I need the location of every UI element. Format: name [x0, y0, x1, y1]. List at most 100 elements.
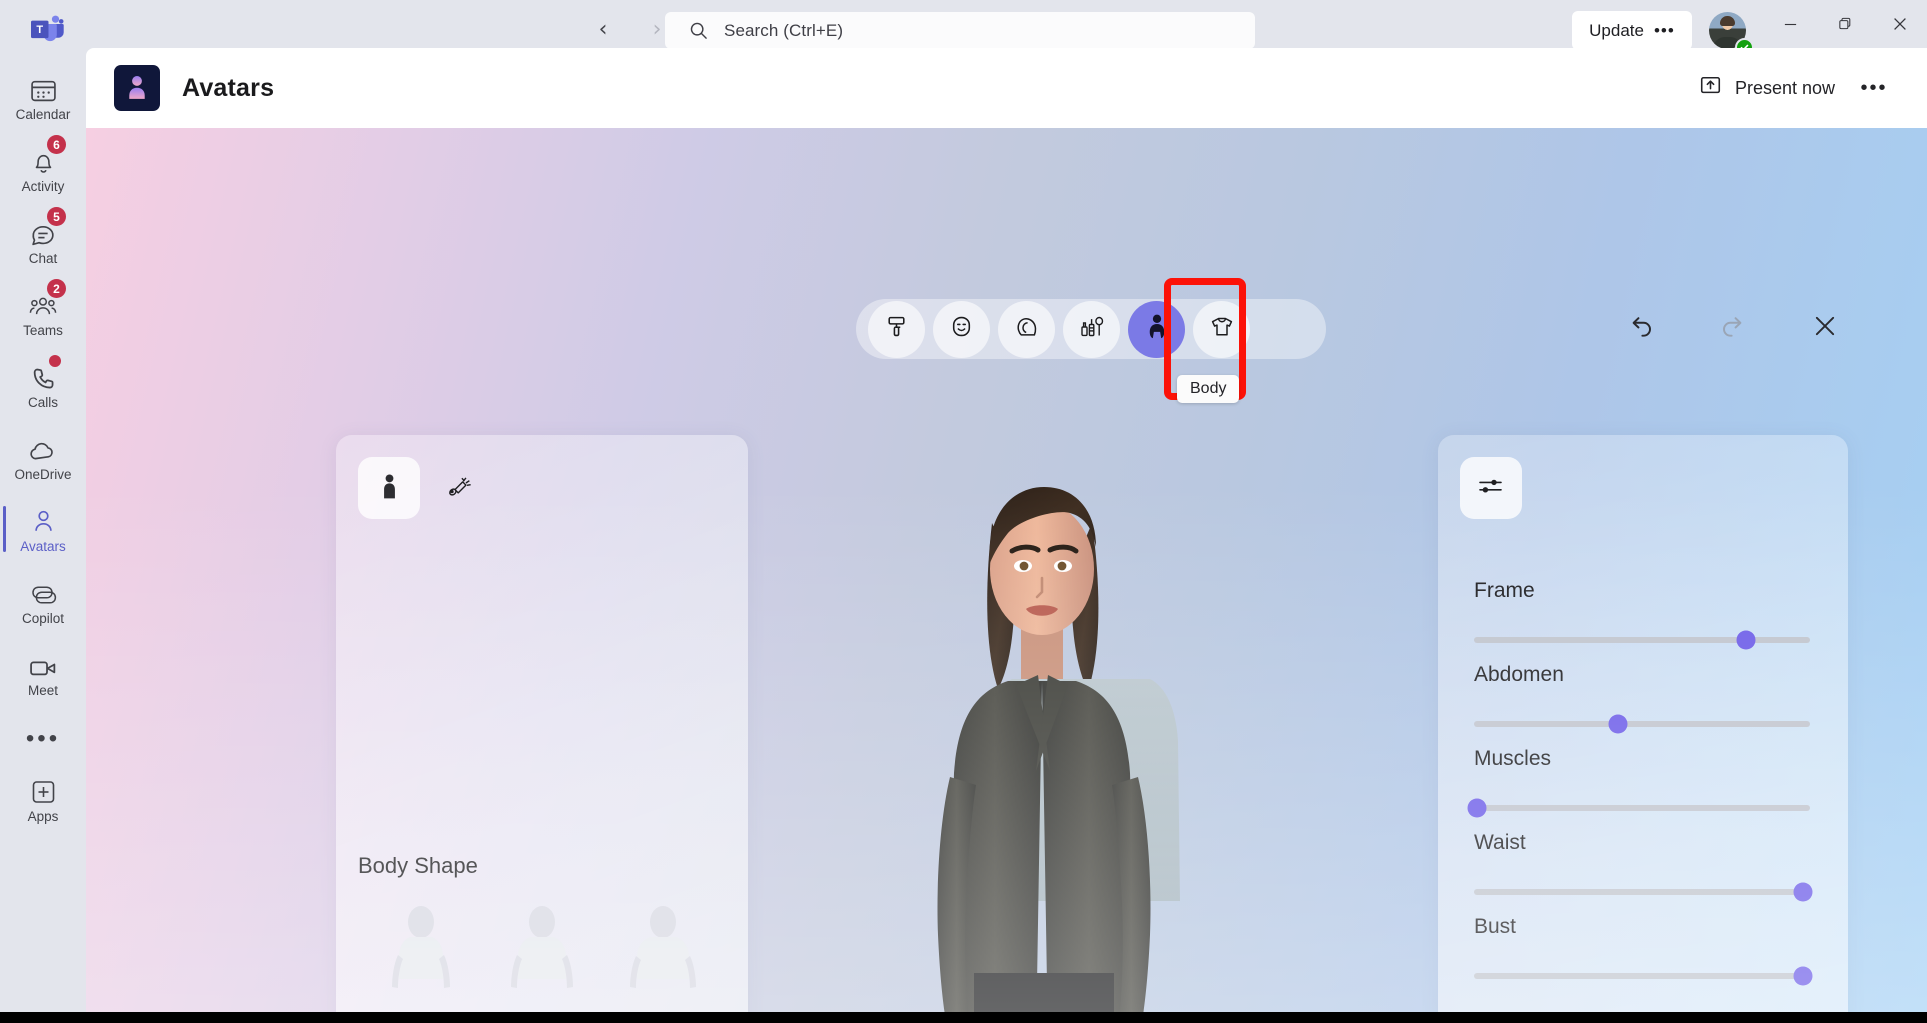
close-window-button[interactable]	[1872, 0, 1927, 48]
sidebar-item-onedrive[interactable]: OneDrive	[7, 424, 79, 490]
plus-box-icon	[30, 775, 57, 805]
slider-frame: Frame	[1474, 579, 1812, 650]
slider-label-muscles: Muscles	[1474, 747, 1552, 770]
category-clothing-button[interactable]	[1193, 300, 1250, 358]
body-shape-option[interactable]	[603, 895, 724, 1012]
search-input[interactable]: Search (Ctrl+E)	[665, 12, 1255, 49]
sidebar-label-apps: Apps	[27, 808, 59, 824]
category-hair-button[interactable]	[998, 300, 1055, 358]
sidebar-more-button[interactable]: •••	[7, 712, 79, 766]
sliders-tab[interactable]	[1460, 457, 1522, 519]
close-editor-button[interactable]	[1805, 308, 1845, 348]
sidebar-item-chat[interactable]: 5 Chat	[7, 207, 79, 274]
avatar-3d-preview	[916, 433, 1246, 1012]
body-shape-grid	[360, 895, 724, 1012]
back-button[interactable]: ‹	[585, 12, 621, 48]
category-makeup-button[interactable]	[1063, 300, 1120, 358]
teams-badge: 2	[47, 279, 66, 298]
svg-text:T: T	[36, 24, 43, 36]
slider-waist: Waist	[1474, 831, 1813, 902]
sidebar-item-calls[interactable]: Calls	[7, 352, 79, 418]
search-icon	[689, 21, 708, 40]
minimize-button[interactable]	[1762, 0, 1818, 48]
body-shape-option[interactable]	[481, 895, 602, 1012]
paint-roller-icon	[884, 314, 909, 344]
prosthetic-arm-icon	[446, 471, 476, 506]
hair-icon	[1014, 314, 1040, 344]
body-person-icon	[1144, 313, 1170, 345]
makeup-icon	[1079, 314, 1105, 344]
slider-track-muscles[interactable]	[1467, 798, 1810, 818]
slider-thumb-waist[interactable]	[1793, 882, 1813, 902]
editor-actions	[1621, 308, 1845, 348]
sidebar-item-teams[interactable]: 2 Teams	[7, 279, 79, 346]
close-x-icon	[1811, 312, 1839, 345]
slider-track-waist[interactable]	[1474, 882, 1813, 902]
sidebar-item-apps[interactable]: Apps	[7, 766, 79, 832]
slider-label-waist: Waist	[1474, 831, 1526, 854]
sidebar-item-meet[interactable]: Meet	[7, 640, 79, 706]
sidebar-label-onedrive: OneDrive	[14, 466, 72, 482]
app-rail-sidebar: Calendar 6 Activity 5 Chat 2 Teams Calls…	[0, 48, 86, 1023]
cloud-icon	[29, 433, 58, 463]
body-shape-tab[interactable]	[358, 457, 420, 519]
slider-thumb-abdomen[interactable]	[1608, 714, 1628, 734]
sidebar-label-chat: Chat	[28, 250, 58, 266]
slider-track-frame[interactable]	[1474, 630, 1810, 650]
sidebar-label-avatars: Avatars	[20, 538, 66, 554]
avatars-app-icon	[114, 65, 160, 111]
app-header-more-button[interactable]: •••	[1857, 72, 1891, 104]
person-icon	[31, 505, 56, 535]
sidebar-item-avatars[interactable]: Avatars	[3, 496, 79, 562]
slider-thumb-muscles[interactable]	[1467, 798, 1487, 818]
prosthetics-tab[interactable]	[430, 457, 492, 519]
window-bottom-edge	[0, 1012, 1927, 1023]
calendar-icon	[30, 73, 57, 103]
slider-thumb-frame[interactable]	[1736, 630, 1756, 650]
slider-bust: Bust	[1474, 915, 1813, 986]
maximize-restore-button[interactable]	[1817, 0, 1873, 48]
category-style-button[interactable]	[868, 300, 925, 358]
microsoft-teams-logo: T	[30, 14, 64, 44]
undo-arrow-icon	[1626, 311, 1656, 346]
undo-button[interactable]	[1621, 308, 1661, 348]
sidebar-item-activity[interactable]: 6 Activity	[7, 135, 79, 202]
face-smile-icon	[949, 314, 974, 344]
update-button-label: Update	[1589, 20, 1644, 40]
slider-muscles: Muscles	[1467, 747, 1812, 818]
person-silhouette-icon	[379, 473, 400, 504]
present-now-button[interactable]: Present now	[1699, 70, 1835, 106]
copilot-icon	[29, 577, 57, 607]
body-shape-option[interactable]	[360, 895, 481, 1012]
update-button[interactable]: Update •••	[1572, 11, 1692, 50]
sidebar-label-calls: Calls	[27, 394, 58, 410]
sliders-icon	[1477, 475, 1505, 502]
chat-badge: 5	[47, 207, 66, 226]
sidebar-item-calendar[interactable]: Calendar	[7, 64, 79, 130]
video-camera-icon	[29, 649, 58, 679]
avatars-app-header: Avatars Present now •••	[86, 48, 1927, 128]
present-now-label: Present now	[1734, 77, 1835, 98]
redo-button[interactable]	[1713, 308, 1753, 348]
page-title: Avatars	[182, 73, 275, 102]
sidebar-label-copilot: Copilot	[21, 610, 65, 626]
slider-label-bust: Bust	[1474, 915, 1517, 938]
avatar-editor-stage: Body Body Shape Frame Abdomen Muscles Wa…	[86, 128, 1927, 1012]
body-shape-section-title: Body Shape	[358, 853, 478, 878]
left-panel-tabs	[358, 457, 492, 519]
sidebar-label-meet: Meet	[27, 682, 58, 698]
slider-track-bust[interactable]	[1474, 966, 1813, 986]
sidebar-label-activity: Activity	[21, 178, 65, 194]
teams-avatars-window: T ‹ › Search (Ctrl+E) Update ••• Calenda…	[0, 0, 1927, 1023]
slider-thumb-bust[interactable]	[1793, 966, 1813, 986]
body-shape-panel: Body Shape	[336, 435, 748, 1012]
sidebar-item-copilot[interactable]: Copilot	[7, 568, 79, 634]
update-more-icon[interactable]: •••	[1654, 22, 1675, 39]
category-body-button[interactable]	[1128, 300, 1185, 358]
share-up-icon	[1699, 74, 1722, 102]
sidebar-label-teams: Teams	[23, 322, 63, 338]
navigation-arrows: ‹ ›	[585, 12, 675, 48]
slider-track-abdomen[interactable]	[1474, 714, 1810, 734]
category-face-button[interactable]	[933, 300, 990, 358]
search-placeholder-text: Search (Ctrl+E)	[724, 20, 844, 40]
